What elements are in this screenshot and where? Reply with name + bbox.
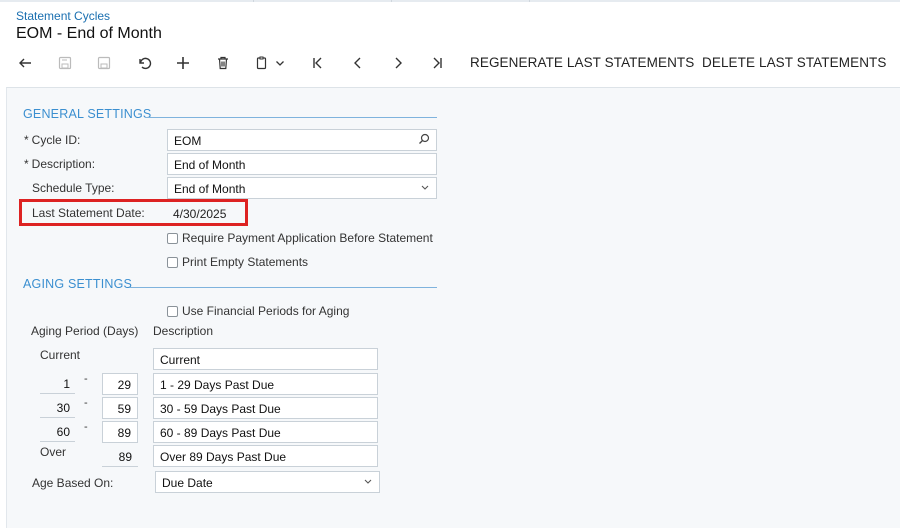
over-label: Over — [40, 445, 67, 459]
schedule-type-label: Schedule Type: — [32, 181, 115, 195]
range-dash: - — [84, 397, 88, 409]
page-title: EOM - End of Month — [16, 25, 162, 42]
aging-from-1[interactable]: 1 — [40, 377, 70, 391]
regenerate-last-statements-button[interactable]: REGENERATE LAST STATEMENTS — [470, 55, 694, 70]
next-record-icon[interactable] — [386, 52, 410, 74]
chevron-down-icon — [420, 181, 430, 196]
aging-to-3[interactable]: 89 — [102, 421, 138, 443]
delete-last-statements-button[interactable]: DELETE LAST STATEMENTS — [702, 55, 887, 70]
required-mark: * — [24, 133, 29, 147]
age-based-on-label: Age Based On: — [32, 476, 114, 490]
aging-from-3[interactable]: 60 — [40, 425, 70, 439]
over-description-field[interactable]: Over 89 Days Past Due — [153, 445, 378, 467]
underline — [40, 393, 75, 394]
description-label: * Description: — [24, 157, 95, 171]
over-description-value: Over 89 Days Past Due — [160, 450, 287, 464]
age-based-on-value: Due Date — [162, 476, 213, 490]
section-divider — [130, 287, 437, 288]
delete-icon[interactable] — [211, 52, 235, 74]
aging-description-2-value: 30 - 59 Days Past Due — [160, 402, 281, 416]
current-description-field[interactable]: Current — [153, 348, 378, 370]
save-icon[interactable] — [92, 52, 116, 74]
aging-description-1[interactable]: 1 - 29 Days Past Due — [153, 373, 378, 395]
require-payment-label: Require Payment Application Before State… — [182, 231, 433, 245]
search-icon[interactable] — [418, 133, 430, 148]
underline — [40, 417, 75, 418]
copy-paste-icon[interactable] — [250, 52, 274, 74]
required-mark: * — [24, 157, 29, 171]
cycle-id-label: * Cycle ID: — [24, 133, 80, 147]
chevron-down-icon — [363, 475, 373, 490]
print-empty-label: Print Empty Statements — [182, 255, 309, 269]
description-value: End of Month — [174, 158, 246, 172]
underline — [40, 441, 75, 442]
schedule-type-select[interactable]: End of Month — [167, 177, 437, 199]
schedule-type-value: End of Month — [174, 182, 246, 196]
general-settings-header: GENERAL SETTINGS — [23, 107, 152, 121]
section-divider — [145, 117, 437, 118]
form-content — [6, 87, 900, 528]
checkbox-box[interactable] — [167, 305, 178, 317]
aging-to-1[interactable]: 29 — [102, 373, 138, 395]
aging-from-2[interactable]: 30 — [40, 401, 70, 415]
highlight-box — [19, 199, 248, 226]
aging-to-2-value: 59 — [117, 402, 131, 416]
chevron-down-icon[interactable] — [272, 52, 288, 74]
checkbox-box[interactable] — [167, 256, 178, 268]
aging-to-1-value: 29 — [117, 378, 131, 392]
save-close-icon[interactable] — [53, 52, 77, 74]
description-column-header: Description — [153, 324, 214, 338]
cycle-id-value: EOM — [174, 134, 202, 148]
add-icon[interactable] — [171, 52, 195, 74]
back-icon[interactable] — [13, 52, 37, 74]
current-label: Current — [40, 348, 81, 362]
last-record-icon[interactable] — [425, 52, 449, 74]
use-financial-periods-checkbox[interactable]: Use Financial Periods for Aging — [167, 304, 349, 318]
aging-description-3-value: 60 - 89 Days Past Due — [160, 426, 281, 440]
age-based-on-select[interactable]: Due Date — [155, 471, 380, 493]
first-record-icon[interactable] — [306, 52, 330, 74]
undo-icon[interactable] — [132, 52, 156, 74]
cycle-id-field[interactable]: EOM — [167, 129, 437, 151]
range-dash: - — [84, 421, 88, 433]
aging-settings-header: AGING SETTINGS — [23, 277, 133, 291]
use-financial-periods-label: Use Financial Periods for Aging — [182, 304, 350, 318]
aging-period-column-header: Aging Period (Days) — [31, 324, 139, 338]
toolbar: REGENERATE LAST STATEMENTS DELETE LAST S… — [0, 50, 900, 76]
top-border — [0, 0, 900, 2]
description-label-text: Description: — [31, 157, 96, 171]
print-empty-checkbox[interactable]: Print Empty Statements — [167, 255, 308, 269]
aging-to-2[interactable]: 59 — [102, 397, 138, 419]
prev-record-icon[interactable] — [346, 52, 370, 74]
aging-description-3[interactable]: 60 - 89 Days Past Due — [153, 421, 378, 443]
over-days-value: 89 — [118, 450, 132, 464]
checkbox-box[interactable] — [167, 232, 178, 244]
underline — [102, 466, 138, 467]
current-description-value: Current — [160, 353, 201, 367]
breadcrumb[interactable]: Statement Cycles — [16, 9, 110, 23]
aging-description-2[interactable]: 30 - 59 Days Past Due — [153, 397, 378, 419]
aging-to-3-value: 89 — [117, 426, 131, 440]
require-payment-checkbox[interactable]: Require Payment Application Before State… — [167, 231, 433, 245]
range-dash: - — [84, 373, 88, 385]
description-field[interactable]: End of Month — [167, 153, 437, 175]
aging-description-1-value: 1 - 29 Days Past Due — [160, 378, 275, 392]
cycle-id-label-text: Cycle ID: — [31, 133, 81, 147]
